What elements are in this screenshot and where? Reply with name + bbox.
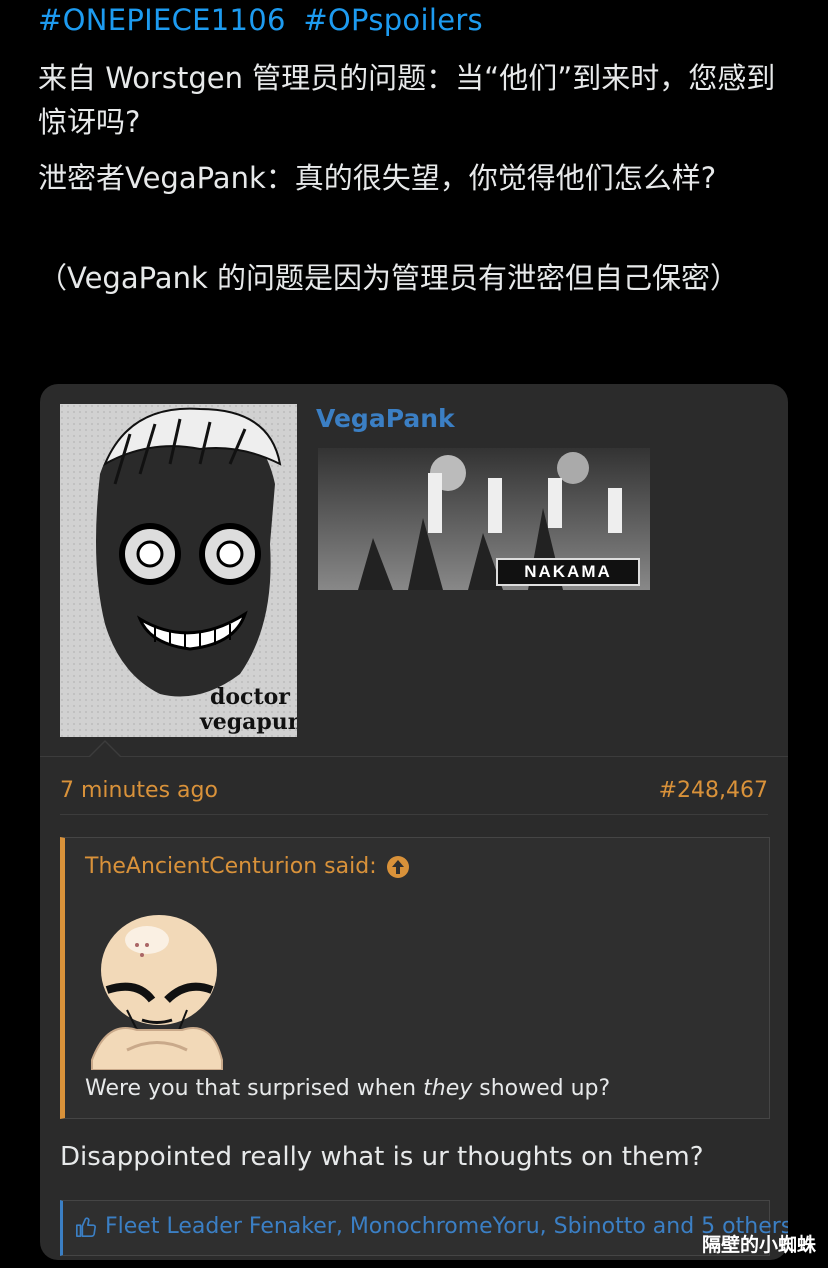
meta-divider [60,814,768,815]
krillin-sticker-image [87,910,227,1071]
avatar: doctor vegapunk [60,404,320,737]
svg-text:vegapunk: vegapunk [199,709,297,735]
watermark: 隔壁的小蜘蛛 [701,1234,816,1256]
quote-block: TheAncientCenturion said: Were you that … [60,837,770,1119]
avatar-notch-inner [90,742,120,757]
reactions-list[interactable]: Fleet Leader Fenaker, MonochromeYoru, Sb… [105,1214,788,1239]
tweet-hashtags: #ONEPIECE1106 #OPspoilers [38,3,491,37]
forum-post-screenshot: doctor vegapunk VegaPank NAKAMA 7 minute… [40,384,788,1260]
header-divider [40,756,788,757]
nakama-label: NAKAMA [496,558,640,586]
post-time[interactable]: 7 minutes ago [60,778,218,803]
arrow-up-circle-icon[interactable] [386,855,409,878]
thumbs-up-icon[interactable] [75,1216,97,1238]
quote-author[interactable]: TheAncientCenturion said: [85,854,377,879]
tweet-line-3: （VegaPank 的问题是因为管理员有泄密但自己保密） [38,261,739,295]
reactions-bar[interactable]: Fleet Leader Fenaker, MonochromeYoru, Sb… [60,1200,788,1256]
svg-text:doctor: doctor [210,684,290,710]
post-username[interactable]: VegaPank [316,404,455,433]
post-number[interactable]: #248,467 [659,778,768,803]
tweet-line-1: 来自 Worstgen 管理员的问题：当“他们”到来时，您感到惊讶吗? [38,61,776,139]
user-banner: NAKAMA [318,448,650,590]
quote-text: Were you that surprised when they showed… [85,1076,611,1101]
hashtag-opspoilers[interactable]: #OPspoilers [303,3,483,37]
post-reply-text: Disappointed really what is ur thoughts … [60,1142,704,1172]
quote-header[interactable]: TheAncientCenturion said: [85,854,409,879]
tweet-line-2: 泄密者VegaPank：真的很失望，你觉得他们怎么样? [38,161,717,195]
hashtag-onepiece[interactable]: #ONEPIECE1106 [38,3,286,37]
